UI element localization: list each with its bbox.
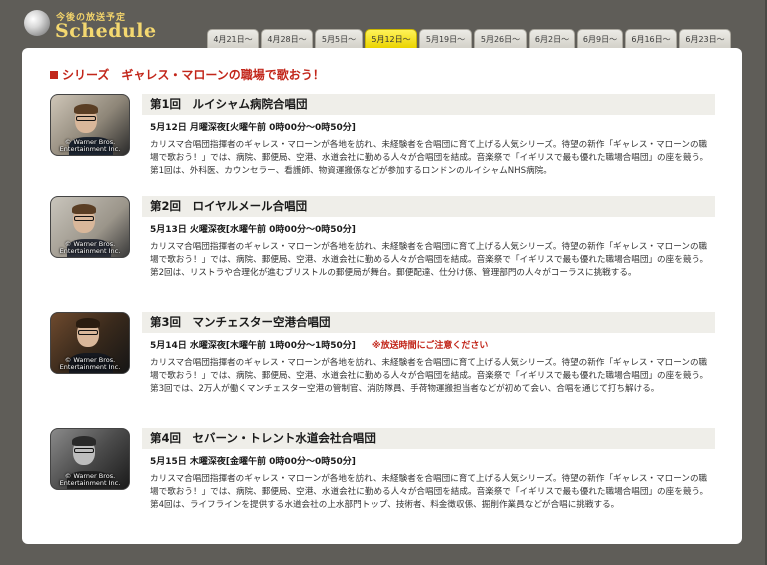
tab-week-6[interactable]: 5月26日～: [474, 29, 527, 48]
tab-week-10[interactable]: 6月23日～: [679, 29, 731, 48]
thumbnail-credit: © Warner Bros. Entertainment Inc.: [59, 138, 121, 153]
airtime-text: 5月14日 水曜深夜[木曜午前 1時00分～1時50分]: [150, 341, 356, 351]
airtime-text: 5月12日 月曜深夜[火曜午前 0時00分～0時50分]: [150, 123, 356, 133]
thumbnail-credit: © Warner Bros. Entertainment Inc.: [59, 356, 121, 371]
episode-airtime: 5月14日 水曜深夜[木曜午前 1時00分～1時50分] ※放送時間にご注意くださ…: [150, 338, 488, 351]
episode-airtime: 5月15日 木曜深夜[金曜午前 0時00分～0時50分]: [150, 454, 356, 467]
airtime-text: 5月13日 火曜深夜[水曜午前 0時00分～0時50分]: [150, 225, 356, 235]
tab-week-1[interactable]: 4月21日～: [207, 29, 259, 48]
week-tabs: 4月21日～ 4月28日～ 5月5日～ 5月12日～ 5月19日～ 5月26日～…: [207, 29, 731, 48]
tab-week-7[interactable]: 6月2日～: [529, 29, 575, 48]
tab-week-2[interactable]: 4月28日～: [261, 29, 313, 48]
airtime-text: 5月15日 木曜深夜[金曜午前 0時00分～0時50分]: [150, 457, 356, 467]
globe-logo-icon: [24, 10, 50, 36]
episode-title: 第4回 セバーン・トレント水道会社合唱団: [142, 428, 715, 449]
schedule-panel: シリーズ ギャレス・マローンの職場で歌おう！ © Warner Bros. En…: [22, 48, 742, 544]
tab-week-3[interactable]: 5月5日～: [315, 29, 363, 48]
episode-title: 第3回 マンチェスター空港合唱団: [142, 312, 715, 333]
tab-week-5[interactable]: 5月19日～: [419, 29, 472, 48]
square-bullet-icon: [50, 71, 58, 79]
tab-week-9[interactable]: 6月16日～: [625, 29, 677, 48]
episode-description: カリスマ合唱団指揮者のギャレス・マローンが各地を訪れ、未経験者を合唱団に育て上げ…: [150, 140, 709, 176]
logo-title: Schedule: [55, 20, 157, 42]
episode-thumbnail[interactable]: © Warner Bros. Entertainment Inc.: [50, 94, 130, 156]
episode-thumbnail[interactable]: © Warner Bros. Entertainment Inc.: [50, 196, 130, 258]
episode-airtime: 5月12日 月曜深夜[火曜午前 0時00分～0時50分]: [150, 120, 356, 133]
episode-thumbnail[interactable]: © Warner Bros. Entertainment Inc.: [50, 428, 130, 490]
airtime-warning: ※放送時間にご注意ください: [371, 341, 489, 351]
series-title-text: シリーズ ギャレス・マローンの職場で歌おう！: [62, 68, 325, 82]
thumbnail-credit: © Warner Bros. Entertainment Inc.: [59, 240, 121, 255]
episode-thumbnail[interactable]: © Warner Bros. Entertainment Inc.: [50, 312, 130, 374]
episode-description: カリスマ合唱団指揮者のギャレス・マローンが各地を訪れ、未経験者を合唱団に育て上げ…: [150, 242, 709, 278]
episode-description: カリスマ合唱団指揮者のギャレス・マローンが各地を訪れ、未経験者を合唱団に育て上げ…: [150, 358, 709, 394]
thumbnail-credit: © Warner Bros. Entertainment Inc.: [59, 472, 121, 487]
episode-description: カリスマ合唱団指揮者のギャレス・マローンが各地を訪れ、未経験者を合唱団に育て上げ…: [150, 474, 709, 510]
episode-airtime: 5月13日 火曜深夜[水曜午前 0時00分～0時50分]: [150, 222, 356, 235]
tab-week-4[interactable]: 5月12日～: [365, 29, 417, 48]
episode-title: 第1回 ルイシャム病院合唱団: [142, 94, 715, 115]
tab-week-8[interactable]: 6月9日～: [577, 29, 623, 48]
episode-title: 第2回 ロイヤルメール合唱団: [142, 196, 715, 217]
series-heading: シリーズ ギャレス・マローンの職場で歌おう！: [50, 66, 325, 83]
